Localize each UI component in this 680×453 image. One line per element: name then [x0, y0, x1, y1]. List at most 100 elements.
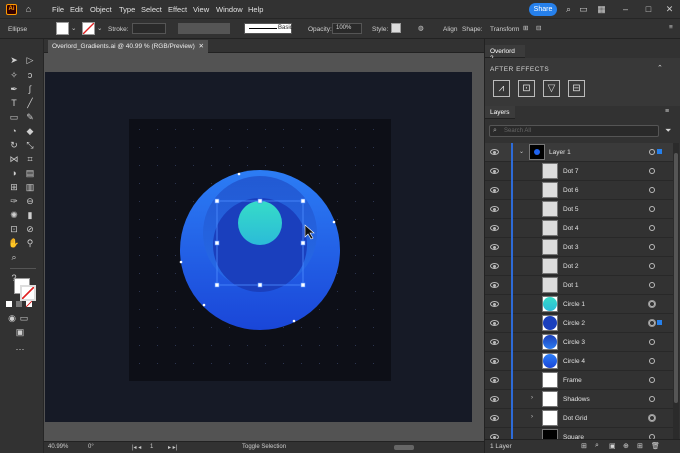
maximize-icon[interactable]: □ [643, 4, 654, 15]
layer-name[interactable]: Dot 4 [563, 225, 579, 232]
visibility-eye-icon[interactable] [490, 263, 499, 269]
menu-edit[interactable]: Edit [70, 5, 83, 14]
target-circle-icon[interactable] [649, 225, 655, 231]
shape-button[interactable]: Shape: [462, 26, 483, 33]
document-tab[interactable]: Overlord_Gradients.ai @ 40.99 % (RGB/Pre… [48, 40, 208, 53]
visibility-eye-icon[interactable] [490, 206, 499, 212]
menu-help[interactable]: Help [248, 5, 263, 14]
layer-row[interactable]: Dot 4 [485, 219, 673, 238]
artboard-next[interactable]: ▸ ▸| [168, 444, 177, 451]
settings-ae-icon[interactable]: ⊟ [568, 80, 585, 97]
magnify-icon[interactable]: ⌕ [8, 252, 20, 263]
circle-1[interactable] [238, 201, 282, 245]
visibility-eye-icon[interactable] [490, 301, 499, 307]
gradient-tool-icon[interactable]: ▥ [24, 182, 36, 193]
home-icon[interactable]: ⌂ [23, 4, 34, 15]
layers-scrollbar[interactable] [673, 143, 679, 439]
target-circle-icon[interactable] [649, 282, 655, 288]
target-circle-icon[interactable] [649, 263, 655, 269]
layer-name[interactable]: Layer 1 [549, 149, 571, 156]
layers-menu-icon[interactable]: ≡ [665, 108, 669, 115]
arrange-icon[interactable]: ▦ [596, 4, 607, 15]
paintbrush-tool-icon[interactable]: ✎ [24, 112, 36, 123]
push-to-ae-icon[interactable]: ⩘ [493, 80, 510, 97]
workspace-icon[interactable]: ▭ [578, 4, 589, 15]
slice-tool-icon[interactable]: ⊘ [24, 224, 36, 235]
expand-chevron-icon[interactable]: ⌄ [519, 148, 524, 155]
layer-row[interactable]: Dot 1 [485, 276, 673, 295]
change-screen-mode-icon[interactable]: ▣ [14, 327, 26, 338]
layer-name[interactable]: Frame [563, 377, 582, 384]
close-tab-icon[interactable]: ✕ [199, 40, 204, 53]
layer-name[interactable]: Dot 2 [563, 263, 579, 270]
variable-width-profile[interactable] [178, 23, 230, 34]
mesh-tool-icon[interactable]: ⊞ [8, 182, 20, 193]
layer-row[interactable]: ⌄ Layer 1 [485, 143, 673, 162]
symbol-sprayer-tool-icon[interactable]: ✺ [8, 210, 20, 221]
curvature-tool-icon[interactable]: ∫ [24, 84, 36, 95]
collapse-icon[interactable]: ⌃ [657, 64, 663, 72]
target-circle-icon[interactable] [649, 187, 655, 193]
locate-object-icon[interactable]: ⌕ [595, 442, 599, 450]
layer-name[interactable]: Dot 7 [563, 168, 579, 175]
target-circle-icon[interactable] [649, 206, 655, 212]
visibility-eye-icon[interactable] [490, 358, 499, 364]
recolor-icon[interactable]: ◍ [418, 24, 424, 32]
menu-effect[interactable]: Effect [168, 5, 187, 14]
visibility-eye-icon[interactable] [490, 282, 499, 288]
layer-row[interactable]: Dot 7 [485, 162, 673, 181]
zoom-tool-icon[interactable]: ⚲ [24, 238, 36, 249]
layer-row[interactable]: Circle 3 [485, 333, 673, 352]
stroke-swatch[interactable] [82, 22, 95, 35]
new-sublayer-icon[interactable]: ⊕ [623, 442, 629, 450]
overlord-tab[interactable]: Overlord 2 [485, 45, 525, 62]
canvas-area[interactable] [44, 53, 484, 441]
graph-tool-icon[interactable]: ▮ [24, 210, 36, 221]
expand-chevron-icon[interactable]: › [531, 414, 533, 420]
blend-tool-icon[interactable]: ⊖ [24, 196, 36, 207]
transform-button[interactable]: Transform [490, 26, 519, 33]
target-circle-icon[interactable] [649, 320, 655, 326]
layer-name[interactable]: Dot 5 [563, 206, 579, 213]
selection-indicator[interactable] [657, 149, 662, 154]
edit-toolbar-icon[interactable]: ⋯ [14, 344, 26, 355]
lasso-tool-icon[interactable]: ↄ [24, 70, 36, 81]
zoom-level[interactable]: 40.99% [48, 444, 68, 450]
line-tool-icon[interactable]: ╱ [24, 98, 36, 109]
layer-name[interactable]: Circle 3 [563, 339, 585, 346]
rotation-view[interactable]: 0° [88, 444, 94, 450]
layer-row[interactable]: › Dot Grid [485, 409, 673, 428]
menu-select[interactable]: Select [141, 5, 162, 14]
arrange-objects-icon[interactable]: ⊞ [523, 24, 528, 32]
stroke-color-icon[interactable] [20, 285, 36, 301]
opacity-field[interactable]: 100% [332, 23, 362, 34]
layer-row[interactable]: Dot 3 [485, 238, 673, 257]
hand-tool-icon[interactable]: ✋ [8, 238, 20, 249]
fill-swatch[interactable] [56, 22, 69, 35]
layer-name[interactable]: Dot Grid [563, 415, 587, 422]
search-icon[interactable]: ⌕ [563, 4, 574, 15]
horizontal-scrollbar[interactable] [394, 445, 414, 450]
delete-layer-icon[interactable]: 🗑 [651, 442, 660, 450]
stroke-weight-field[interactable] [132, 23, 166, 34]
gradient-mode-icon[interactable] [16, 301, 22, 307]
draw-mode-icon[interactable]: ◉ [6, 313, 18, 324]
brush-definition[interactable]: Basic [244, 23, 293, 34]
layer-row[interactable]: Dot 2 [485, 257, 673, 276]
width-tool-icon[interactable]: ⋈ [8, 154, 20, 165]
isolate-icon[interactable]: ⊟ [536, 24, 541, 32]
align-button[interactable]: Align [443, 26, 457, 33]
menu-object[interactable]: Object [90, 5, 112, 14]
layer-name[interactable]: Dot 6 [563, 187, 579, 194]
visibility-eye-icon[interactable] [490, 415, 499, 421]
target-circle-icon[interactable] [649, 149, 655, 155]
triangle-ae-icon[interactable]: ▽ [543, 80, 560, 97]
selection-tool-icon[interactable]: ➤ [8, 55, 20, 66]
visibility-eye-icon[interactable] [490, 149, 499, 155]
artboard-tool-icon[interactable]: ⊡ [8, 224, 20, 235]
screen-mode-icon[interactable]: ▭ [18, 313, 30, 324]
target-circle-icon[interactable] [649, 358, 655, 364]
free-transform-tool-icon[interactable]: ⌗ [24, 154, 36, 165]
shaper-tool-icon[interactable]: ◔ [8, 126, 20, 137]
target-circle-icon[interactable] [649, 396, 655, 402]
